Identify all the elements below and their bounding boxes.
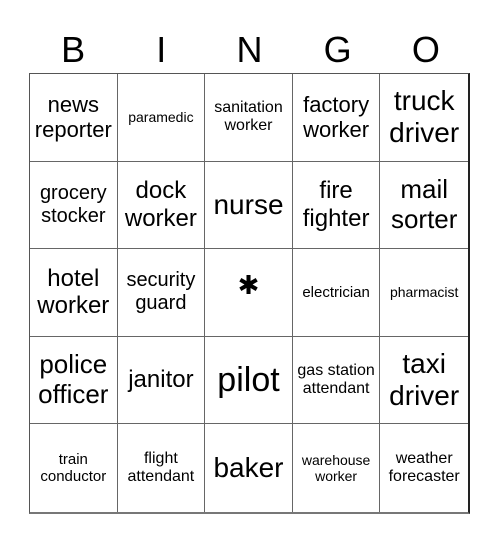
bingo-cell[interactable]: janitor — [117, 336, 206, 425]
cell-label: paramedic — [128, 109, 194, 126]
bingo-cell[interactable]: nurse — [205, 161, 293, 250]
cell-label: train conductor — [40, 450, 107, 486]
cell-label: baker — [213, 452, 284, 484]
bingo-cell[interactable]: dock worker — [117, 161, 206, 250]
bingo-cell[interactable]: factory worker — [292, 74, 381, 162]
cell-label: nurse — [213, 188, 284, 220]
bingo-cell[interactable]: baker — [205, 424, 293, 512]
bingo-cell[interactable]: hotel worker — [30, 249, 118, 337]
cell-label: dock worker — [124, 177, 197, 232]
cell-label: warehouse worker — [301, 452, 371, 485]
cell-label: security guard — [126, 269, 196, 315]
cell-label: flight attendant — [127, 449, 195, 486]
bingo-cell[interactable]: pharmacist — [380, 249, 468, 337]
cell-label: weather forecaster — [388, 449, 460, 486]
header-letter-b: B — [61, 29, 86, 70]
free-space-cell[interactable]: ✱ — [205, 249, 293, 337]
header-letter-i: I — [156, 29, 167, 70]
bingo-cell[interactable]: train conductor — [30, 424, 118, 512]
cell-label: pharmacist — [389, 284, 459, 301]
bingo-cell[interactable]: gas station attendant — [292, 336, 381, 425]
cell-label: police officer — [38, 349, 109, 410]
bingo-cell[interactable]: fire fighter — [292, 161, 381, 250]
cell-label: sanitation worker — [214, 98, 283, 135]
bingo-header: B I N G O — [29, 28, 470, 72]
bingo-cell[interactable]: sanitation worker — [205, 74, 293, 162]
header-letter-n: N — [236, 29, 263, 70]
bingo-cell[interactable]: electrician — [292, 249, 381, 337]
bingo-cell[interactable]: weather forecaster — [380, 424, 468, 512]
cell-label: truck driver — [389, 85, 460, 149]
bingo-cell[interactable]: flight attendant — [118, 424, 206, 512]
cell-label: gas station attendant — [297, 361, 375, 398]
free-space-star-icon: ✱ — [237, 269, 260, 300]
bingo-cell[interactable]: news reporter — [30, 74, 118, 162]
cell-label: taxi driver — [389, 347, 460, 412]
bingo-cell[interactable]: security guard — [117, 249, 206, 337]
bingo-cell[interactable]: paramedic — [117, 74, 206, 162]
cell-label: pilot — [217, 360, 280, 399]
header-letter-g: G — [323, 29, 352, 70]
cell-label: news reporter — [34, 92, 112, 143]
bingo-cell[interactable]: taxi driver — [380, 337, 468, 425]
header-letter-o: O — [411, 29, 440, 70]
bingo-cell[interactable]: mail sorter — [380, 162, 468, 250]
bingo-cell[interactable]: truck driver — [380, 74, 468, 162]
cell-label: electrician — [302, 283, 370, 301]
cell-label: janitor — [128, 366, 194, 394]
cell-label: grocery stocker — [39, 181, 107, 227]
bingo-grid: news reporter paramedic sanitation worker f… — [29, 73, 470, 514]
cell-label: fire fighter — [302, 177, 370, 232]
bingo-cell[interactable]: police officer — [30, 336, 118, 425]
bingo-cell[interactable]: grocery stocker — [30, 161, 118, 250]
cell-label: mail sorter — [390, 174, 458, 234]
cell-label: factory worker — [303, 92, 370, 143]
cell-label: hotel worker — [37, 264, 110, 320]
bingo-cell[interactable]: pilot — [205, 336, 293, 425]
bingo-cell[interactable]: warehouse worker — [293, 424, 381, 512]
